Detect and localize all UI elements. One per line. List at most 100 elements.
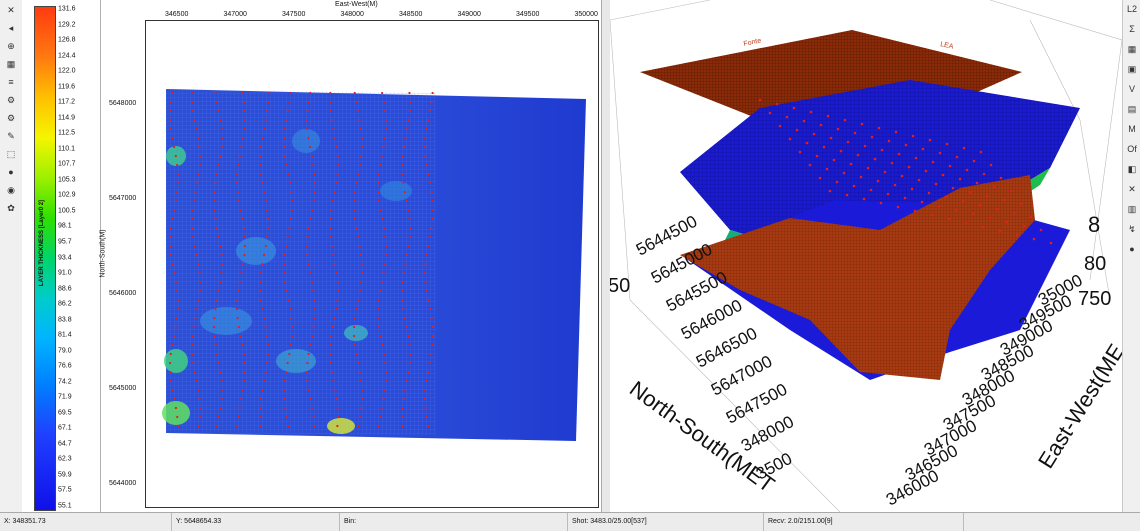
shot-point [242, 262, 245, 266]
shot-point [266, 217, 269, 221]
shot-point-3d [968, 190, 972, 194]
layers-icon[interactable]: ≡ [4, 76, 18, 88]
settings-icon[interactable]: ⚙ [4, 112, 18, 124]
shot-point [214, 217, 217, 221]
shot-point-3d [870, 135, 874, 139]
shot-point [196, 307, 199, 311]
shot-point-3d [964, 221, 968, 225]
shot-point [408, 109, 411, 113]
shot-point [285, 289, 288, 293]
shot-point [357, 298, 360, 302]
shot-point-3d [979, 150, 983, 154]
shot-point [360, 271, 364, 275]
shot-point [288, 226, 291, 230]
shot-point [169, 370, 172, 374]
shot-point-3d [945, 142, 949, 146]
gear-icon[interactable]: ⚙ [4, 94, 18, 106]
toolbar-label-button[interactable]: Of [1125, 143, 1139, 155]
shot-point [309, 91, 312, 95]
shot-point [376, 181, 380, 185]
shot-point-3d [965, 168, 969, 172]
shot-point [220, 145, 223, 149]
thickness-map[interactable] [146, 21, 598, 507]
colorbar-panel: 131.6 129.2 126.8 124.4 122.0 119.6 117.2 114.9… [22, 0, 101, 512]
select-icon[interactable]: ⬚ [4, 148, 18, 160]
shot-point [243, 253, 246, 257]
shot-point [425, 163, 428, 167]
shot-point [332, 127, 335, 131]
shot-point [431, 217, 434, 221]
shot-point-3d [886, 192, 890, 196]
shot-point-3d [897, 152, 901, 156]
shot-point-3d [989, 163, 993, 167]
shot-point-3d [962, 146, 966, 150]
shot-point [309, 217, 312, 221]
shot-point [173, 397, 176, 401]
ew-axis-title: East-West(ME [1033, 339, 1122, 472]
shot-point [285, 415, 288, 419]
box-icon[interactable]: ▣ [1125, 63, 1139, 75]
shot-point [264, 244, 267, 248]
shot-point [381, 343, 384, 347]
shot-point [286, 235, 289, 239]
shot-point [377, 172, 380, 176]
shot-point [193, 118, 196, 122]
y-tick: 5647000 [109, 195, 137, 202]
toolbar-label-button[interactable]: L2 [1125, 3, 1139, 15]
table-icon[interactable]: ▤ [1125, 103, 1139, 115]
shot-point [220, 136, 224, 140]
panel-icon[interactable]: ◧ [1125, 163, 1139, 175]
shot-point [330, 244, 333, 248]
map-view[interactable]: East-West(M) North-South(M) 346500 34700… [100, 0, 601, 512]
3d-scene[interactable]: Fonte LEA 8 80 750 50 350034800056475005… [610, 0, 1122, 512]
shot-point [380, 406, 383, 410]
x-tick: 347000 [223, 11, 247, 18]
shot-point [259, 271, 262, 275]
shot-point [283, 145, 286, 149]
toolbar-label-button[interactable]: Σ [1125, 23, 1139, 35]
x-tick: 346500 [165, 11, 189, 18]
circle-icon[interactable]: ◉ [4, 184, 18, 196]
chart-icon[interactable]: ▥ [1125, 203, 1139, 215]
colorbar-tick: 131.6 [58, 5, 76, 13]
globe-icon[interactable]: ● [4, 166, 18, 178]
shot-point [353, 343, 356, 347]
shot-point [408, 217, 411, 221]
3d-view[interactable]: Fonte LEA 8 80 750 50 3500 348000 5647500 5… [610, 0, 1122, 512]
shot-point [306, 235, 309, 239]
shot-point-3d [859, 175, 863, 179]
map-plot-area[interactable] [145, 20, 599, 508]
filter-icon[interactable]: ↯ [1125, 223, 1139, 235]
toolbar-label-button[interactable]: M [1125, 123, 1139, 135]
shot-point [401, 424, 404, 428]
zoom-icon[interactable]: ✕ [4, 4, 18, 16]
shot-point [306, 361, 309, 365]
shot-point [190, 343, 194, 347]
pencil-icon[interactable]: ✎ [4, 130, 18, 142]
colorbar-tick: 119.6 [58, 83, 75, 91]
shot-point [191, 352, 194, 356]
shot-point-3d [917, 178, 921, 182]
close-icon[interactable]: ✕ [1125, 183, 1139, 195]
colorbar-tick: 86.2 [58, 300, 72, 308]
shot-point [168, 361, 172, 365]
pan-icon[interactable]: ⊕ [4, 40, 18, 52]
shot-point [431, 325, 434, 329]
arrow-left-icon[interactable]: ◂ [4, 22, 18, 34]
grid-icon[interactable]: ▦ [4, 58, 18, 70]
palette-icon[interactable]: ✿ [4, 202, 18, 214]
y-tick: 5648000 [109, 100, 137, 107]
shot-point [172, 208, 175, 212]
toolbar-label-button[interactable]: V [1125, 83, 1139, 95]
grid-icon[interactable]: ▦ [1125, 43, 1139, 55]
top-label-right: LEA [940, 41, 955, 51]
dot-icon[interactable]: ● [1125, 243, 1139, 255]
shot-point [282, 136, 286, 140]
shot-point [313, 298, 316, 302]
shot-point [169, 226, 172, 230]
status-empty [964, 513, 1140, 531]
shot-point [220, 262, 224, 266]
shot-point-3d [862, 197, 866, 201]
shot-point-3d [1032, 237, 1036, 241]
shot-point [430, 100, 433, 104]
